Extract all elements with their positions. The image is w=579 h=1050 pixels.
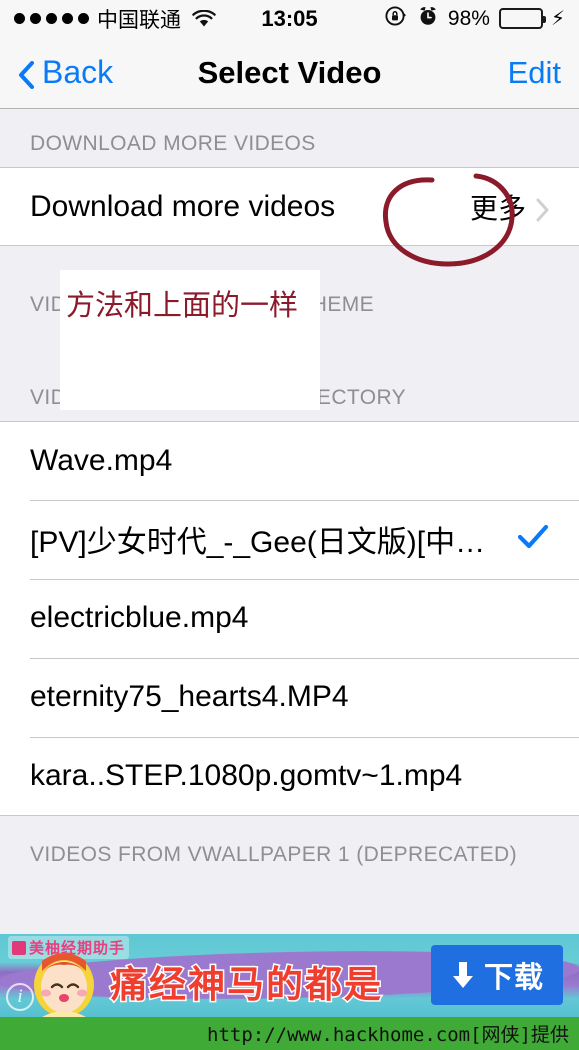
lightning-bolt-icon: ⚡ [550, 7, 565, 30]
table-row[interactable]: Wave.mp4 [0, 420, 579, 500]
battery-icon [498, 8, 546, 29]
ad-brand-logo-icon [12, 941, 26, 955]
table-row[interactable]: eternity75_hearts4.MP4 [0, 657, 579, 737]
ad-mascot-illustration [34, 953, 94, 1017]
battery-percent-label: 98% [447, 6, 490, 30]
checkmark-icon [517, 521, 549, 558]
list-item-label: Wave.mp4 [30, 443, 173, 477]
advertisement-banner[interactable]: 美柚经期助手 痛经神马的都是 i 下载 [0, 934, 579, 1017]
status-bar: 中国联通 13:05 98% ⚡ [0, 0, 579, 37]
section-header-vwallpaper-deprecated: VIDEOS FROM VWALLPAPER 1 (DEPRECATED) [0, 815, 579, 878]
list-item-label: kara..STEP.1080p.gomtv~1.mp4 [30, 758, 463, 792]
download-arrow-icon [450, 960, 476, 990]
list-item-sub-label: 更多 [469, 192, 526, 224]
list-item-label: eternity75_hearts4.MP4 [30, 680, 349, 714]
chevron-right-icon [536, 196, 549, 222]
page-title: Select Video [197, 54, 382, 90]
info-icon[interactable]: i [6, 983, 34, 1011]
video-list[interactable]: DOWNLOAD MORE VIDEOS Download more video… [0, 109, 579, 938]
edit-button[interactable]: Edit [508, 55, 561, 91]
alarm-clock-icon [417, 5, 439, 33]
ad-headline-text: 痛经神马的都是 [109, 963, 383, 1007]
list-item-download-more-videos[interactable]: Download more videos 更多 [0, 167, 579, 247]
list-item-label: electricblue.mp4 [30, 601, 249, 635]
rotation-lock-icon [384, 4, 408, 34]
list-bottom-spacer [0, 878, 579, 938]
phone-screen: 中国联通 13:05 98% ⚡ Back Select Video Edit … [0, 0, 579, 1050]
table-row[interactable]: [PV]少女时代_-_Gee(日文版)[中… [0, 499, 579, 579]
watermark-footer: http://www.hackhome.com[网侠]提供 [0, 1017, 579, 1050]
table-row[interactable]: kara..STEP.1080p.gomtv~1.mp4 [0, 736, 579, 816]
watermark-text: http://www.hackhome.com[网侠]提供 [207, 1024, 569, 1046]
status-bar-right: 98% ⚡ [384, 4, 565, 34]
table-row[interactable]: electricblue.mp4 [0, 578, 579, 658]
section-header-download-more: DOWNLOAD MORE VIDEOS [0, 109, 579, 168]
navigation-bar: Back Select Video Edit [0, 37, 579, 109]
ad-download-label: 下载 [483, 962, 544, 994]
annotation-note-text: 方法和上面的一样 [66, 290, 299, 322]
ad-download-button[interactable]: 下载 [431, 945, 563, 1005]
list-item-label: Download more videos [30, 189, 336, 223]
list-item-label: [PV]少女时代_-_Gee(日文版)[中… [30, 526, 486, 560]
